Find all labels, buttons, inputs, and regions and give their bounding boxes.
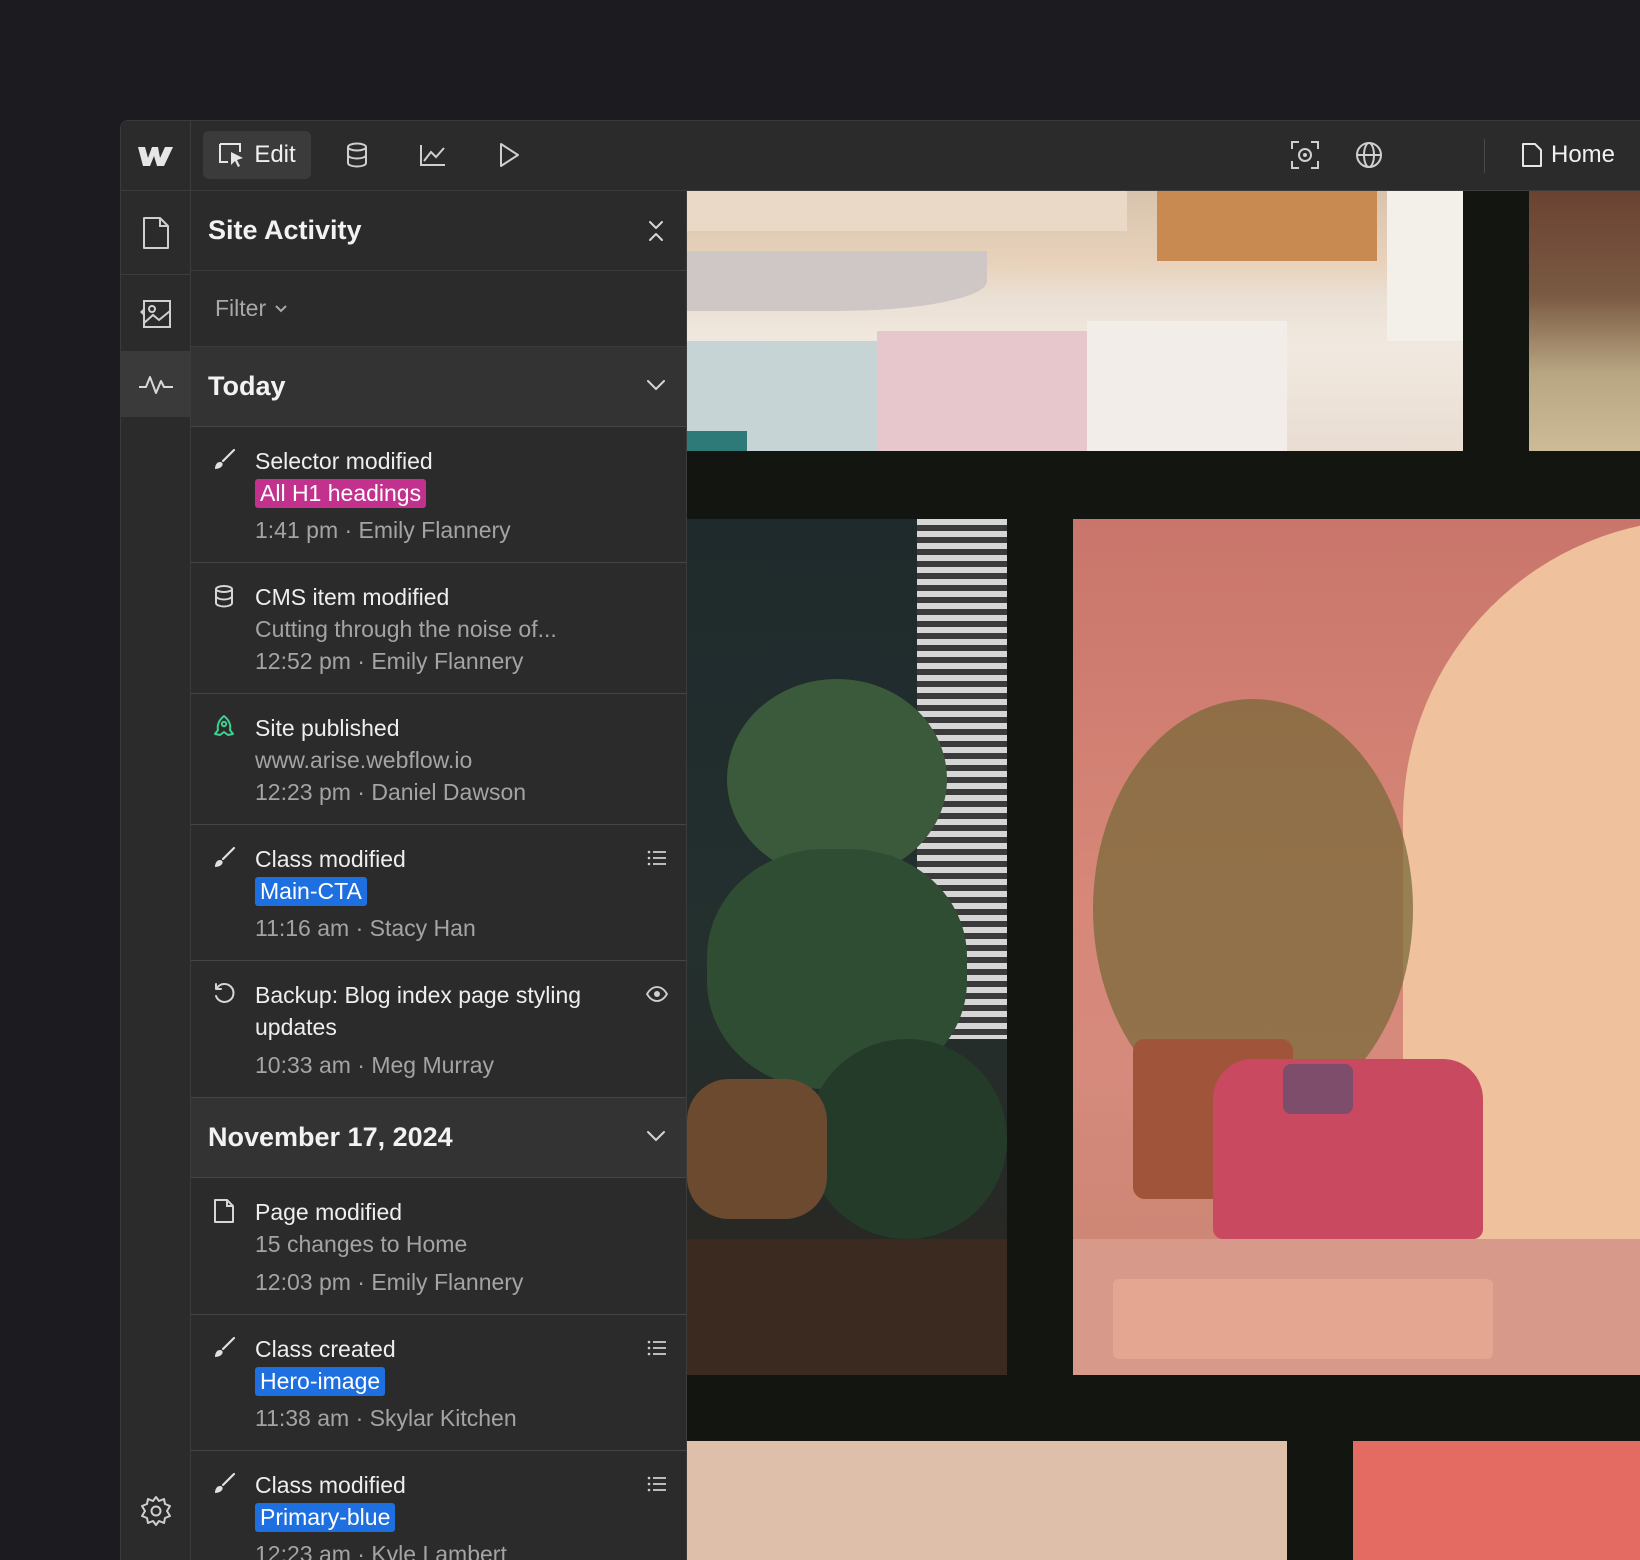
activity-button[interactable] [121, 351, 190, 417]
eye-icon[interactable] [644, 981, 670, 1007]
collapse-icon [649, 220, 663, 241]
list-icon[interactable] [644, 845, 670, 871]
tag-row: Main-CTA [255, 875, 646, 906]
activity-meta: 12:03 pm · Emily Flannery [255, 1269, 524, 1295]
cursor-box-icon [219, 143, 244, 167]
filter-dropdown[interactable]: Filter [215, 295, 288, 322]
activity-item[interactable]: Page modified 15 changes to Home 12:03 pm … [191, 1178, 686, 1315]
filter-row: Filter [191, 271, 686, 347]
assets-button[interactable] [121, 277, 190, 351]
database-icon [347, 142, 367, 168]
brush-icon [211, 1335, 237, 1361]
class-tag[interactable]: Hero-image [255, 1367, 386, 1396]
activity-title: Site published [255, 715, 400, 741]
class-tag[interactable]: All H1 headings [255, 479, 427, 508]
database-icon [211, 583, 237, 609]
chevron-down-icon[interactable] [646, 378, 666, 396]
activity-meta: 11:38 am · Skylar Kitchen [255, 1405, 517, 1431]
designer-window: Edit Home Site Activity Filter Today Sel… [120, 120, 1640, 1560]
activity-meta: 12:23 pm · Daniel Dawson [255, 779, 527, 805]
filter-label: Filter [215, 295, 267, 321]
image-icon [139, 300, 171, 328]
toolbar-divider [1484, 139, 1485, 173]
play-icon [500, 143, 519, 167]
activity-title: Class modified [255, 846, 406, 872]
brush-icon [211, 845, 237, 871]
plants-photo [687, 519, 1007, 1375]
group-title: November 17, 2024 [208, 1122, 453, 1152]
group-title: Today [208, 371, 286, 401]
activity-item[interactable]: Backup: Blog index page styling updates 1… [191, 961, 686, 1098]
top-toolbar: Edit Home [121, 121, 1640, 191]
activity-item[interactable]: Class created Hero-image 11:38 am · Skylar… [191, 1315, 686, 1451]
activity-title: Page modified [255, 1199, 403, 1225]
preview-button[interactable] [483, 131, 535, 179]
page-icon [1522, 143, 1542, 167]
focus-button[interactable] [1279, 131, 1331, 179]
left-rail [121, 191, 191, 1560]
class-tag[interactable]: Primary-blue [255, 1503, 396, 1532]
activity-detail: www.arise.webflow.io [255, 747, 473, 773]
activity-meta: 10:33 am · Meg Murray [255, 1052, 495, 1078]
page-selector[interactable]: Home [1511, 131, 1640, 179]
page-icon [142, 216, 169, 249]
activity-item[interactable]: Class modified Primary-blue 12:23 am · Kyl… [191, 1451, 686, 1560]
activity-group-header[interactable]: November 17, 2024 [191, 1098, 686, 1178]
tag-row: All H1 headings [255, 477, 646, 508]
tag-row: Hero-image [255, 1365, 646, 1396]
analytics-button[interactable] [407, 131, 459, 179]
activity-title: Selector modified [255, 448, 433, 474]
photo-bottom-right [1353, 1441, 1640, 1560]
site-activity-panel: Site Activity Filter Today Selector modif… [191, 191, 687, 1560]
activity-title: Backup: Blog index page styling updates [255, 982, 582, 1040]
activity-detail: Cutting through the noise of... [255, 616, 557, 642]
globe-icon [1356, 142, 1382, 168]
class-tag[interactable]: Main-CTA [255, 877, 367, 906]
list-icon[interactable] [644, 1471, 670, 1497]
brush-icon [211, 447, 237, 473]
list-icon[interactable] [644, 1335, 670, 1361]
activity-detail: 15 changes to Home [255, 1231, 468, 1257]
living-room-photo-right [1529, 191, 1640, 451]
target-icon [1291, 141, 1319, 169]
panel-title: Site Activity [208, 215, 362, 245]
activity-meta: 1:41 pm · Emily Flannery [255, 517, 511, 543]
activity-item[interactable]: Class modified Main-CTA 11:16 am · Stacy H… [191, 825, 686, 961]
pulse-icon [138, 376, 173, 394]
activity-meta: 12:52 pm · Emily Flannery [255, 648, 524, 674]
rocket-icon [211, 714, 237, 740]
edit-mode-label: Edit [254, 141, 296, 168]
pink-lounge-photo [1073, 519, 1640, 1375]
chart-line-icon [420, 145, 445, 166]
activity-item[interactable]: CMS item modified Cutting through the noi… [191, 563, 686, 694]
design-canvas[interactable] [687, 191, 1640, 1560]
activity-groups: Today Selector modified All H1 headings 1:4… [191, 347, 686, 1560]
activity-title: CMS item modified [255, 584, 450, 610]
edit-mode-button[interactable]: Edit [203, 131, 311, 179]
activity-item[interactable]: Selector modified All H1 headings 1:41 pm … [191, 427, 686, 563]
locale-button[interactable] [1343, 131, 1395, 179]
gear-icon [140, 1496, 171, 1526]
activity-item[interactable]: Site published www.arise.webflow.io 12:23 … [191, 694, 686, 825]
current-page-label: Home [1551, 141, 1616, 168]
living-room-photo-top [687, 191, 1463, 451]
settings-button[interactable] [121, 1479, 190, 1543]
activity-meta: 12:23 am · Kyle Lambert [255, 1541, 507, 1560]
tag-row: Primary-blue [255, 1501, 646, 1532]
chevron-down-icon [275, 304, 287, 312]
webflow-logo-icon[interactable] [121, 121, 191, 191]
cms-button[interactable] [331, 131, 383, 179]
restore-icon [211, 981, 237, 1007]
chevron-down-icon[interactable] [646, 1129, 666, 1147]
activity-title: Class modified [255, 1472, 406, 1498]
page-icon [211, 1198, 237, 1224]
activity-title: Class created [255, 1336, 396, 1362]
pages-button[interactable] [121, 191, 190, 275]
panel-header: Site Activity [191, 191, 686, 271]
brush-icon [211, 1471, 237, 1497]
photo-bottom-left [687, 1441, 1287, 1560]
activity-group-header[interactable]: Today [191, 347, 686, 427]
collapse-panel-button[interactable] [646, 219, 666, 243]
activity-meta: 11:16 am · Stacy Han [255, 915, 476, 941]
